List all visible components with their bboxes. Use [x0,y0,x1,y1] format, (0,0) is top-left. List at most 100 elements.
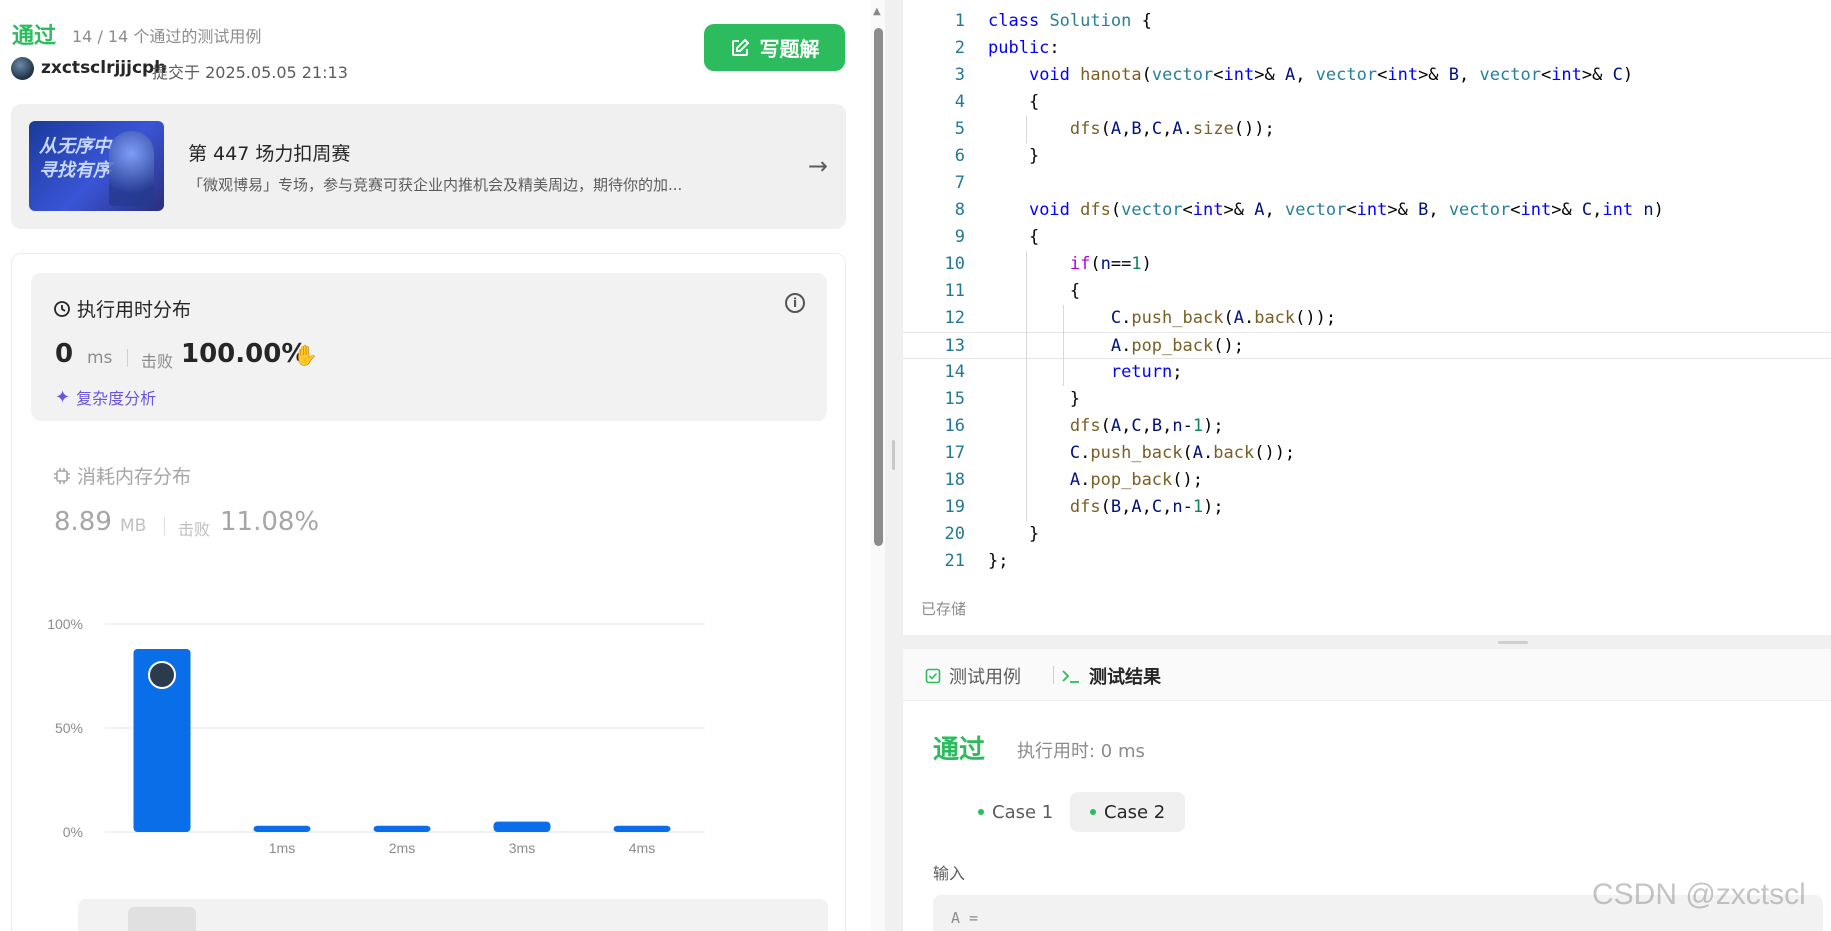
chip-icon [54,467,70,484]
code-line[interactable]: 15 } [903,386,1831,413]
code-line[interactable]: 8 void dfs(vector<int>& A, vector<int>& … [903,197,1831,224]
code-line[interactable]: 21}; [903,548,1831,575]
code-line[interactable]: 5 dfs(A,B,C,A.size()); [903,116,1831,143]
pass-dot-icon [1090,809,1096,815]
info-icon[interactable]: i [785,293,805,313]
runtime-unit: ms [87,348,113,368]
code-line[interactable]: 4 { [903,89,1831,116]
memory-beat-value: 11.08% [220,507,320,537]
runtime-value: 0 [55,339,74,369]
saved-status: 已存储 [921,600,967,618]
scroll-up-icon[interactable]: ▲ [873,6,881,17]
code-line[interactable]: 20 } [903,521,1831,548]
avatar[interactable] [11,57,34,80]
indent-guide [1062,305,1064,386]
line-number: 11 [944,281,965,301]
memory-value: 8.89 [54,507,112,537]
chart-bar [253,825,311,832]
write-solution-label: 写题解 [759,37,820,61]
line-number: 13 [944,336,965,356]
range-slider-handle[interactable] [128,907,196,931]
write-solution-button[interactable]: 写题解 [704,24,845,71]
code-line[interactable]: 17 C.push_back(A.back()); [903,440,1831,467]
code-line[interactable]: 11 { [903,278,1831,305]
runtime-distribution-chart[interactable]: 0% 50% 100% 1ms 2ms 3ms 4ms [42,599,842,859]
contest-desc: 「微观博易」专场，参与竞赛可获企业内推机会及精美周边，期待你的加... [188,176,683,194]
runtime-title: 执行用时分布 [53,295,191,322]
arrow-right-icon[interactable]: → [808,152,828,180]
tab-testcase[interactable]: 测试用例 [925,663,1021,689]
case-tab-label: Case 2 [1104,801,1166,823]
divider [164,517,165,535]
line-number: 2 [954,38,965,58]
x-tick-label: 4ms [629,840,655,856]
app-root: 通过 14 / 14 个通过的测试用例 zxctsclrjjjcph 提交于 2… [0,0,1831,931]
scrollbar-thumb[interactable] [874,28,883,546]
line-content: } [988,146,1040,166]
line-content: { [988,281,1081,301]
case-tab-1[interactable]: Case 1 [958,792,1073,832]
code-line[interactable]: 9 { [903,224,1831,251]
chart-bar [493,821,551,832]
input-label: 输入 [933,864,966,883]
tab-testcase-label: 测试用例 [949,667,1021,688]
line-number: 10 [944,254,965,274]
code-line[interactable]: 3 void hanota(vector<int>& A, vector<int… [903,62,1831,89]
chart-bar [373,825,431,832]
case-tab-label: Case 1 [992,801,1054,823]
tab-result-label: 测试结果 [1089,667,1161,688]
memory-title[interactable]: 消耗内存分布 [53,462,191,489]
code-line[interactable]: 14 return; [903,359,1831,386]
code-line[interactable]: 13 A.pop_back(); [903,332,1831,359]
runtime-section[interactable]: 执行用时分布 i 0 ms 击败 100.00% ✋ ✦ 复杂度分析 [31,273,827,421]
line-content: dfs(A,B,C,A.size()); [1069,119,1275,139]
clock-icon [54,300,70,317]
left-scrollbar[interactable]: ▲ [871,0,885,931]
runtime-title-label: 执行用时分布 [77,299,192,321]
code-line[interactable]: 16 dfs(A,C,B,n-1); [903,413,1831,440]
contest-banner[interactable]: 从无序中 寻找有序 第 447 场力扣周赛 「微观博易」专场，参与竞赛可获企业内… [11,104,846,229]
line-number: 6 [954,146,965,166]
panel-resizer[interactable] [885,0,903,931]
divider [127,349,128,367]
code-line[interactable]: 1 class Solution { [903,8,1831,35]
line-content: if(n==1) [1069,254,1152,274]
line-content: }; [988,551,1009,571]
code-line[interactable]: 7 [903,170,1831,197]
complexity-analysis-label: 复杂度分析 [76,389,157,408]
line-number: 3 [954,65,965,85]
code-line[interactable]: 12 C.push_back(A.back()); [903,305,1831,332]
result-time: 执行用时: 0 ms [1017,741,1145,762]
runtime-beat-value: 100.00% [181,339,308,369]
chart-range-slider[interactable] [78,899,828,931]
resize-grip[interactable] [892,440,895,470]
contest-banner-image: 从无序中 寻找有序 [29,121,164,211]
editor-results-resizer[interactable] [903,635,1831,649]
tab-result[interactable]: 测试结果 [1061,663,1161,689]
code-line[interactable]: 19 dfs(B,A,C,n-1); [903,494,1831,521]
line-content: } [988,389,1081,409]
clap-icon: ✋ [293,343,318,367]
resize-grip[interactable] [1498,641,1528,644]
line-content: public: [988,38,1060,58]
line-content: { [988,227,1040,247]
line-content: { [988,92,1040,112]
code-editor[interactable]: 1 class Solution { 2 public: 3 void hanota(v… [903,0,1831,635]
code-area[interactable]: 1 class Solution { 2 public: 3 void hanota(v… [903,8,1831,575]
code-line[interactable]: 18 A.pop_back(); [903,467,1831,494]
line-number: 18 [944,470,965,490]
chart-bar [613,825,671,832]
code-line[interactable]: 10 if(n==1) [903,251,1831,278]
complexity-analysis-link[interactable]: ✦ 复杂度分析 [55,385,156,409]
line-number: 12 [944,308,965,328]
line-number: 21 [944,551,965,571]
submission-status: 通过 [12,24,57,49]
code-line[interactable]: 6 } [903,143,1831,170]
case-tab-2[interactable]: Case 2 [1070,792,1186,832]
code-line[interactable]: 2 public: [903,35,1831,62]
avatar-marker [148,660,176,689]
username[interactable]: zxctsclrjjjcph [41,58,166,78]
line-number: 8 [954,200,965,220]
line-content: A.pop_back(); [1069,470,1203,490]
line-number: 9 [954,227,965,247]
